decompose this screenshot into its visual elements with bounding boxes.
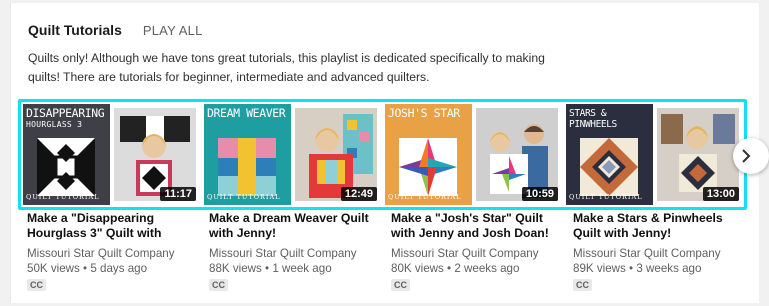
thumbnail-title-text: Dream Weaver	[207, 106, 286, 120]
shelf-header: Quilt Tutorials PLAY ALL	[28, 22, 203, 38]
quilt-block-icon	[37, 138, 95, 196]
cc-badge: CC	[391, 279, 410, 291]
video-thumbnail[interactable]: Dream Weaver QUILT TUTORIAL	[204, 104, 381, 205]
thumbnail-photo: 10:59	[472, 104, 562, 205]
video-card: Make a "Disappearing Hourglass 3" Quilt …	[27, 211, 209, 293]
channel-name-link[interactable]: Missouri Star Quilt Company	[391, 247, 573, 260]
video-title-link[interactable]: Make a "Josh's Star" Quilt with Jenny an…	[391, 211, 551, 241]
video-meta: 50K views • 5 days ago	[27, 262, 148, 275]
thumbnail-footer: QUILT TUTORIAL	[207, 193, 281, 201]
video-duration: 12:49	[340, 187, 377, 201]
thumbnail-title-panel: Stars & Pinwheels QUILT TUTORIAL	[566, 104, 653, 205]
video-thumbnail[interactable]: Stars & Pinwheels QUILT TUTORIAL	[566, 104, 743, 205]
channel-name-link[interactable]: Missouri Star Quilt Company	[573, 247, 755, 260]
video-card: Make a "Josh's Star" Quilt with Jenny an…	[391, 211, 573, 293]
video-thumbnail[interactable]: Disappearing Hourglass 3 QUILT TUTORIAL	[23, 104, 200, 205]
thumbnail-subtitle-text: Hourglass 3	[26, 120, 83, 129]
cc-badge: CC	[209, 279, 228, 291]
cc-badge: CC	[573, 279, 592, 291]
thumbnail-title-text: Josh's Star	[388, 106, 460, 120]
next-button[interactable]	[733, 138, 769, 174]
video-details-row: Make a "Disappearing Hourglass 3" Quilt …	[27, 211, 755, 293]
thumbnail-footer: QUILT TUTORIAL	[569, 193, 643, 201]
video-meta: 88K views • 1 week ago	[209, 262, 332, 275]
playlist-title[interactable]: Quilt Tutorials	[28, 22, 122, 38]
video-card: Make a Stars & Pinwheels Quilt with Jenn…	[573, 211, 755, 293]
thumbnail-photo: 12:49	[291, 104, 381, 205]
quilt-block-icon	[580, 138, 638, 196]
cc-badge: CC	[27, 279, 46, 291]
thumbnail-title-panel: Josh's Star QUILT TUTORIAL	[385, 104, 472, 205]
chevron-right-icon	[742, 149, 751, 163]
video-meta: 89K views • 3 weeks ago	[573, 262, 702, 275]
channel-name-link[interactable]: Missouri Star Quilt Company	[27, 247, 209, 260]
quilt-block-icon	[218, 138, 276, 196]
thumbnail-photo: 13:00	[653, 104, 743, 205]
thumbnail-photo: 11:17	[110, 104, 200, 205]
video-title-link[interactable]: Make a "Disappearing Hourglass 3" Quilt …	[27, 211, 187, 241]
video-duration: 10:59	[521, 187, 558, 201]
video-thumbnail[interactable]: Josh's Star QUILT TUTORIAL	[385, 104, 562, 205]
channel-name-link[interactable]: Missouri Star Quilt Company	[209, 247, 391, 260]
video-duration: 11:17	[160, 187, 196, 201]
playlist-description: Quilts only! Although we have tons great…	[28, 51, 545, 84]
thumbnail-footer: QUILT TUTORIAL	[26, 193, 100, 201]
video-title-link[interactable]: Make a Stars & Pinwheels Quilt with Jenn…	[573, 211, 733, 241]
thumbnail-title-text: Stars & Pinwheels	[569, 108, 617, 130]
video-card: Make a Dream Weaver Quilt with Jenny! Mi…	[209, 211, 391, 293]
video-duration: 13:00	[702, 187, 739, 201]
thumbnail-title-panel: Dream Weaver QUILT TUTORIAL	[204, 104, 291, 205]
video-title-link[interactable]: Make a Dream Weaver Quilt with Jenny!	[209, 211, 369, 241]
quilt-block-icon	[399, 138, 457, 196]
thumbnail-row: Disappearing Hourglass 3 QUILT TUTORIAL	[18, 99, 747, 210]
thumbnail-footer: QUILT TUTORIAL	[388, 193, 462, 201]
play-all-button[interactable]: PLAY ALL	[143, 23, 203, 38]
thumbnail-title-text: Disappearing	[26, 106, 105, 120]
video-meta: 80K views • 2 weeks ago	[391, 262, 520, 275]
thumbnail-title-panel: Disappearing Hourglass 3 QUILT TUTORIAL	[23, 104, 110, 205]
